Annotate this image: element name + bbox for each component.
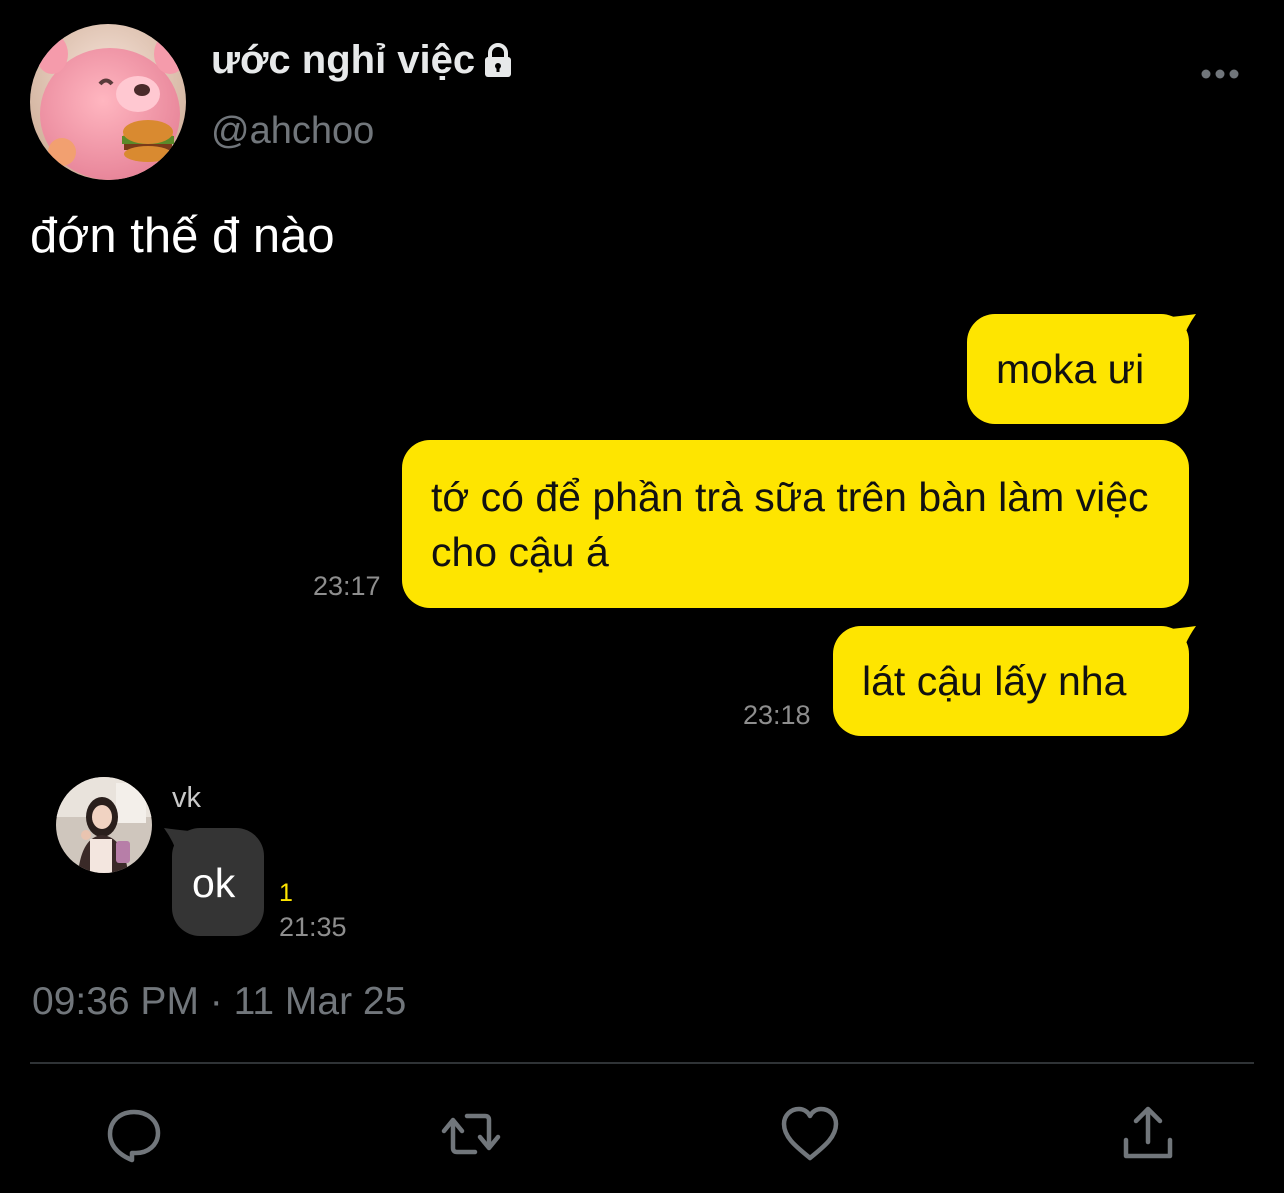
author-handle[interactable]: @ahchoo: [211, 110, 374, 153]
message-text: lát cậu lấy nha: [862, 658, 1127, 704]
message-time: 21:35: [279, 912, 347, 942]
display-name-text[interactable]: ước nghỉ việc: [211, 38, 475, 83]
share-button[interactable]: [1118, 1104, 1178, 1164]
outgoing-message: lát cậu lấy nha: [833, 626, 1189, 736]
sender-name: vk: [172, 782, 201, 814]
tweet-text: đớn thế đ nào: [30, 209, 335, 263]
tweet-timestamp[interactable]: 09:36 PM · 11 Mar 25: [32, 980, 406, 1024]
message-text: moka ưi: [996, 346, 1145, 392]
reply-button[interactable]: [104, 1104, 164, 1164]
outgoing-message: moka ưi: [967, 314, 1189, 424]
share-icon: [1123, 1106, 1173, 1159]
unread-count: 1: [279, 879, 293, 907]
message-text: tớ có để phần trà sữa trên bàn làm việc …: [431, 474, 1149, 575]
retweet-button[interactable]: [441, 1104, 501, 1164]
message-text: ok: [192, 860, 236, 906]
reply-icon: [107, 1109, 161, 1163]
message-time: 23:18: [743, 700, 811, 730]
incoming-message: ok: [172, 828, 264, 936]
outgoing-message: tớ có để phần trà sữa trên bàn làm việc …: [402, 440, 1189, 608]
message-time: 23:17: [313, 571, 381, 601]
like-icon: [781, 1106, 839, 1161]
author-display-name[interactable]: ước nghỉ việc: [211, 38, 513, 83]
lock-icon: [483, 42, 513, 80]
sender-avatar: [56, 777, 152, 873]
retweet-icon: [441, 1113, 501, 1155]
more-options-icon[interactable]: [1198, 60, 1242, 88]
like-button[interactable]: [780, 1104, 840, 1164]
divider: [30, 1062, 1254, 1064]
author-avatar[interactable]: [30, 24, 186, 180]
